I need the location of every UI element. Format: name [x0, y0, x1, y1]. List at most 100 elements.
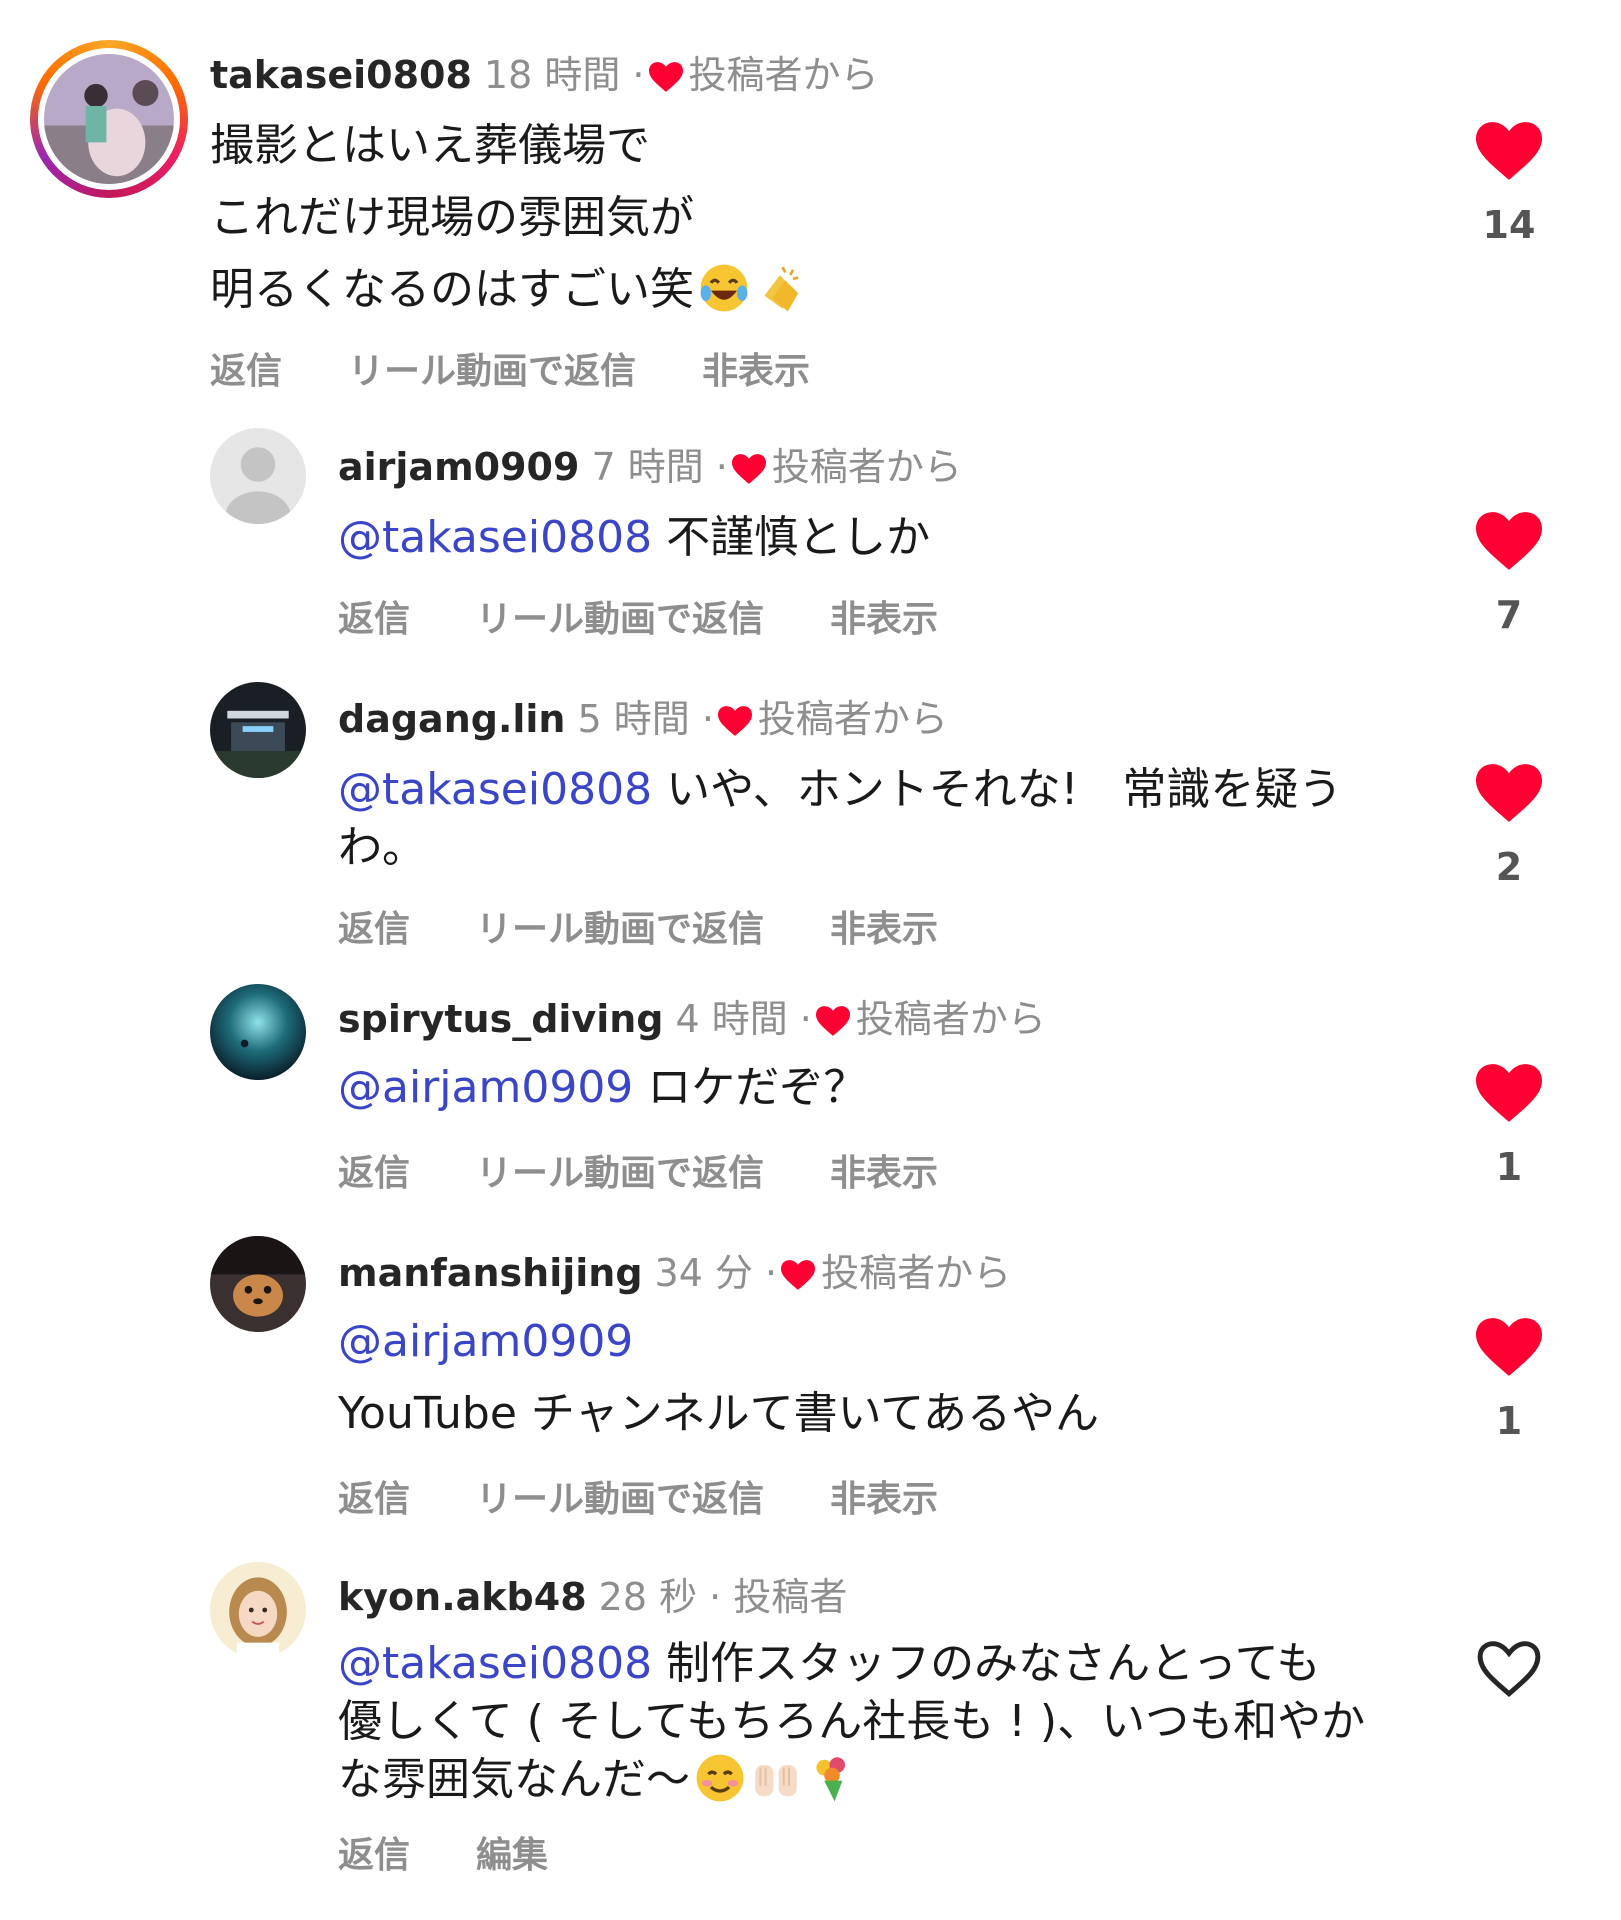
username[interactable]: kyon.akb48 [338, 1575, 587, 1619]
comment-actions: 返信 リール動画で返信 非表示 [338, 1470, 1004, 1522]
comment-line: 撮影とはいえ葬儀場で [210, 120, 650, 171]
creator-badge: 投稿者から [821, 1251, 1012, 1295]
reply-button[interactable]: 返信 [338, 1470, 410, 1522]
reply-reel-button[interactable]: リール動画で返信 [348, 342, 636, 394]
username[interactable]: takasei0808 [210, 53, 472, 97]
avatar[interactable] [210, 984, 306, 1080]
hide-button[interactable]: 非表示 [830, 900, 938, 952]
reply-reel-button[interactable]: リール動画で返信 [476, 1144, 764, 1196]
creator-badge: 投稿者から [771, 445, 962, 489]
username[interactable]: manfanshijing [338, 1251, 643, 1295]
reply-reel-button[interactable]: リール動画で返信 [476, 590, 764, 642]
heart-filled-icon[interactable] [1476, 764, 1542, 822]
timestamp: 7 時間 · [591, 445, 728, 489]
hide-button[interactable]: 非表示 [702, 342, 810, 394]
comment-meta: takasei0808 18 時間 · 投稿者から [210, 56, 879, 94]
like-control[interactable] [1474, 1640, 1544, 1698]
timestamp: 18 時間 · [483, 53, 645, 97]
comment-actions: 返信 リール動画で返信 非表示 [210, 342, 876, 394]
reply-button[interactable]: 返信 [338, 590, 410, 642]
bouquet-emoji-icon [816, 1757, 845, 1802]
like-control[interactable]: 7 [1474, 512, 1544, 634]
heart-outline-icon[interactable] [1476, 1640, 1542, 1698]
comment-meta: spirytus_diving 4 時間 · 投稿者から [338, 1000, 1046, 1038]
like-count: 7 [1495, 593, 1523, 637]
reply-reel-button[interactable]: リール動画で返信 [476, 1470, 764, 1522]
heart-filled-icon[interactable] [1476, 512, 1542, 570]
comment-text: @takasei0808 不謹慎としか [338, 508, 930, 568]
comment-actions: 返信 リール動画で返信 非表示 [338, 1144, 1004, 1196]
like-count: 1 [1495, 1399, 1523, 1443]
comment-line: これだけ現場の雰囲気が [210, 192, 694, 243]
comment-body: ロケだぞ？ [647, 1062, 868, 1113]
comment-meta: kyon.akb48 28 秒 · 投稿者 [338, 1578, 847, 1616]
like-control[interactable]: 1 [1474, 1318, 1544, 1440]
like-count: 1 [1495, 1145, 1523, 1189]
like-control[interactable]: 2 [1474, 764, 1544, 886]
comment-body-end: な雰囲気なんだ〜 [338, 1754, 690, 1805]
avatar[interactable] [210, 428, 306, 524]
edit-button[interactable]: 編集 [476, 1826, 548, 1878]
creator-heart-icon [731, 454, 766, 484]
heart-filled-icon[interactable] [1476, 122, 1542, 180]
palms-up-emoji-icon [755, 1765, 797, 1797]
heart-filled-icon[interactable] [1476, 1318, 1542, 1376]
comment-text: @airjam0909 [338, 1312, 633, 1372]
reply-button[interactable]: 返信 [210, 342, 282, 394]
avatar[interactable] [44, 54, 174, 184]
comment-body: 制作スタッフのみなさんとっても [666, 1638, 1321, 1689]
username[interactable]: dagang.lin [338, 697, 565, 741]
hide-button[interactable]: 非表示 [830, 590, 938, 642]
comment-line-3: 明るくなるのはすごい笑 [210, 260, 806, 320]
hide-button[interactable]: 非表示 [830, 1144, 938, 1196]
comment-line-text: 明るくなるのはすごい笑 [210, 264, 694, 315]
story-ring[interactable] [30, 40, 188, 198]
reply-reel-button[interactable]: リール動画で返信 [476, 900, 764, 952]
avatar[interactable] [210, 682, 306, 778]
avatar[interactable] [210, 1562, 306, 1658]
comment-text: @airjam0909 ロケだぞ？ [338, 1058, 867, 1118]
comment-actions: 返信 リール動画で返信 非表示 [338, 900, 1004, 952]
comment-meta: airjam0909 7 時間 · 投稿者から [338, 448, 962, 486]
mention-link[interactable]: @takasei0808 [338, 764, 652, 815]
comment-actions: 返信 リール動画で返信 非表示 [338, 590, 1004, 642]
comment-text-wrap: 優しくて ( そしてもちろん社長も ! )、いつも和やか [338, 1696, 1366, 1747]
reply-button[interactable]: 返信 [338, 900, 410, 952]
clapping-hands-icon [764, 266, 799, 312]
avatar[interactable] [210, 1236, 306, 1332]
comment-meta: dagang.lin 5 時間 · 投稿者から [338, 700, 948, 738]
username[interactable]: spirytus_diving [338, 997, 663, 1041]
creator-badge: 投稿者から [855, 997, 1046, 1041]
like-control[interactable]: 14 [1474, 122, 1544, 244]
timestamp: 34 分 · [654, 1251, 778, 1295]
reply-button[interactable]: 返信 [338, 1144, 410, 1196]
comment-text: @takasei0808 制作スタッフのみなさんとっても [338, 1634, 1320, 1694]
username[interactable]: airjam0909 [338, 445, 579, 489]
timestamp: 28 秒 · [598, 1575, 722, 1619]
creator-heart-icon [717, 706, 752, 736]
timestamp: 4 時間 · [675, 997, 812, 1041]
reply-button[interactable]: 返信 [338, 1826, 410, 1878]
timestamp: 5 時間 · [577, 697, 714, 741]
creator-heart-icon [781, 1260, 816, 1290]
like-control[interactable]: 1 [1474, 1064, 1544, 1186]
creator-heart-icon [648, 62, 683, 92]
heart-filled-icon[interactable] [1476, 1064, 1542, 1122]
creator-badge: 投稿者 [733, 1575, 848, 1619]
comment-body: いや、ホントそれな! 常識を疑う [666, 764, 1343, 815]
comment-meta: manfanshijing 34 分 · 投稿者から [338, 1254, 1011, 1292]
smiling-face-emoji-icon [696, 1754, 744, 1802]
comment-text-wrap: わ。 [338, 822, 426, 873]
comment-body: 不謹慎としか [666, 512, 931, 563]
like-count: 14 [1482, 203, 1536, 247]
creator-badge: 投稿者から [757, 697, 948, 741]
comment-body: YouTube チャンネルて書いてあるやん [338, 1388, 1099, 1439]
comment-text-wrap-2: な雰囲気なんだ〜 [338, 1750, 858, 1810]
like-count: 2 [1495, 845, 1523, 889]
creator-heart-icon [815, 1006, 850, 1036]
mention-link[interactable]: @airjam0909 [338, 1316, 633, 1367]
mention-link[interactable]: @takasei0808 [338, 512, 652, 563]
mention-link[interactable]: @airjam0909 [338, 1062, 633, 1113]
hide-button[interactable]: 非表示 [830, 1470, 938, 1522]
mention-link[interactable]: @takasei0808 [338, 1638, 652, 1689]
